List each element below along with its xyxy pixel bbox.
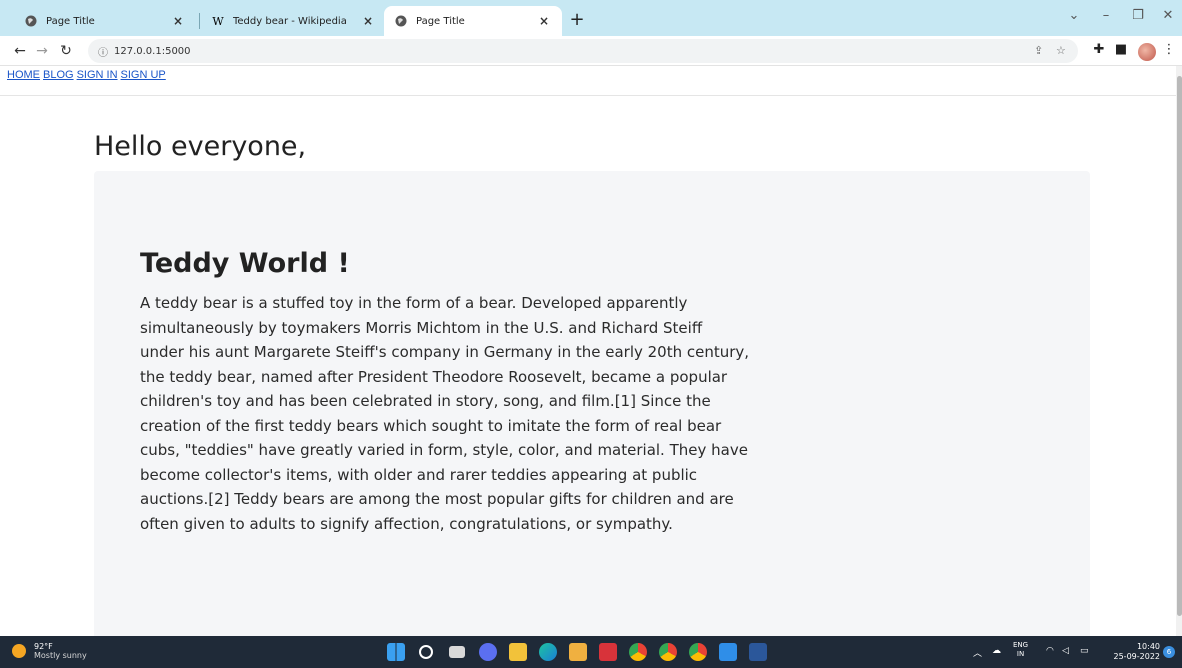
close-window-icon[interactable]: ✕	[1156, 8, 1180, 23]
mcafee-icon[interactable]	[599, 643, 617, 661]
weather-temperature: 92°F	[34, 642, 53, 651]
tab-page-title-active[interactable]: Page Title ×	[384, 6, 562, 36]
chevron-up-icon[interactable]: ︿	[973, 646, 982, 659]
weather-widget[interactable]: 92°F Mostly sunny	[12, 642, 87, 660]
reload-icon[interactable]: ↻	[56, 40, 76, 62]
windows-taskbar: 92°F Mostly sunny ︿ ☁ ENG IN ◠ ◁ ▭ 10:40…	[0, 636, 1182, 668]
avatar[interactable]	[1138, 43, 1156, 61]
tab-divider	[199, 13, 200, 29]
tab-search-chevron-icon[interactable]: ⌄	[1062, 8, 1086, 23]
nav-link-sign-up[interactable]: SIGN UP	[121, 69, 166, 81]
word-icon[interactable]	[749, 643, 767, 661]
greeting-heading: Hello everyone,	[94, 131, 307, 162]
language-indicator[interactable]: ENG IN	[1013, 641, 1028, 659]
forward-icon[interactable]: →	[32, 40, 52, 62]
extensions-puzzle-icon[interactable]: ✚	[1090, 42, 1108, 57]
back-icon[interactable]: ←	[10, 40, 30, 62]
close-tab-icon[interactable]: ×	[360, 14, 376, 28]
globe-icon	[24, 14, 38, 28]
minimize-icon[interactable]: –	[1094, 8, 1118, 23]
more-menu-icon[interactable]: ⋮	[1160, 42, 1178, 57]
file-explorer-icon[interactable]	[509, 643, 527, 661]
tab-title: Page Title	[46, 15, 95, 27]
weather-description: Mostly sunny	[34, 651, 87, 660]
system-clock[interactable]: 10:40 25-09-2022	[1114, 642, 1161, 662]
language-code: ENG	[1013, 641, 1029, 649]
scrollbar-thumb[interactable]	[1177, 76, 1182, 616]
url-text: 127.0.0.1:5000	[114, 45, 191, 57]
chrome-profile-icon[interactable]	[659, 643, 677, 661]
address-bar[interactable]: ⓘ 127.0.0.1:5000	[88, 39, 1078, 63]
windows-start-icon[interactable]	[387, 643, 405, 661]
microsoft-store-icon[interactable]	[569, 643, 587, 661]
tab-teddy-bear-wikipedia[interactable]: W Teddy bear - Wikipedia ×	[201, 6, 386, 36]
search-icon[interactable]	[419, 645, 433, 659]
battery-icon[interactable]: ▭	[1080, 646, 1089, 656]
onedrive-icon[interactable]: ☁	[992, 646, 1001, 656]
share-icon[interactable]: ⇪	[1034, 44, 1043, 57]
top-nav: HOME BLOG SIGN IN SIGN UP	[7, 69, 169, 81]
chrome-active-icon[interactable]	[689, 643, 707, 661]
chrome-icon[interactable]	[629, 643, 647, 661]
nav-link-home[interactable]: HOME	[7, 69, 40, 81]
wifi-icon[interactable]: ◠	[1046, 646, 1054, 656]
globe-icon	[394, 14, 408, 28]
tab-page-title-1[interactable]: Page Title ×	[14, 6, 196, 36]
nav-link-blog[interactable]: BLOG	[43, 69, 74, 81]
nav-link-sign-in[interactable]: SIGN IN	[77, 69, 118, 81]
volume-icon[interactable]: ◁	[1062, 646, 1069, 656]
region-code: IN	[1016, 650, 1025, 658]
vscode-icon[interactable]	[719, 643, 737, 661]
jumbotron: Teddy World ! A teddy bear is a stuffed …	[94, 171, 1090, 636]
bookmark-star-icon[interactable]: ☆	[1056, 44, 1066, 57]
tab-title: Page Title	[416, 15, 465, 27]
page-viewport: HOME BLOG SIGN IN SIGN UP Hello everyone, T…	[0, 66, 1182, 636]
tab-title: Teddy bear - Wikipedia	[233, 15, 347, 27]
browser-tab-strip: Page Title × W Teddy bear - Wikipedia × …	[0, 0, 1182, 36]
new-tab-button[interactable]: +	[566, 9, 588, 31]
clock-time: 10:40	[1136, 642, 1160, 651]
task-view-icon[interactable]	[449, 646, 465, 658]
scrollbar[interactable]	[1176, 66, 1182, 636]
intro-paragraph: A teddy bear is a stuffed toy in the for…	[140, 294, 750, 533]
clock-date: 25-09-2022	[1113, 652, 1161, 661]
close-tab-icon[interactable]: ×	[170, 14, 186, 28]
teams-chat-icon[interactable]	[479, 643, 497, 661]
nav-divider	[0, 95, 1176, 96]
partly-sunny-icon	[12, 644, 26, 658]
restore-icon[interactable]: ❐	[1126, 8, 1150, 23]
wikipedia-w-icon: W	[212, 14, 224, 28]
page-title: Teddy World !	[140, 248, 350, 279]
browser-toolbar: ← → ↻ ⓘ 127.0.0.1:5000 ⇪ ☆ ✚ ■ ⋮	[0, 36, 1182, 66]
close-tab-icon[interactable]: ×	[536, 14, 552, 28]
side-panel-icon[interactable]: ■	[1112, 42, 1130, 57]
edge-browser-icon[interactable]	[539, 643, 557, 661]
info-icon[interactable]: ⓘ	[98, 44, 108, 59]
notification-badge[interactable]: 6	[1163, 646, 1175, 658]
